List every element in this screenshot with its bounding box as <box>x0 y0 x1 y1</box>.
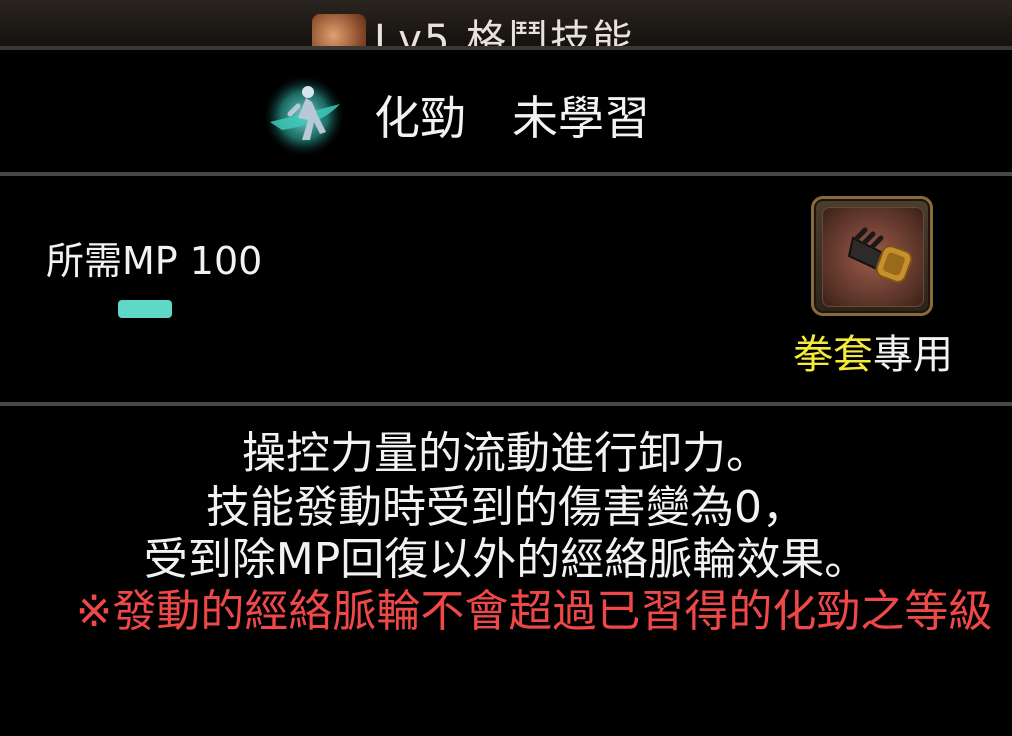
fist-skill-icon <box>312 14 366 46</box>
weapon-type-label: 拳套 <box>793 332 873 378</box>
mp-indicator-bar <box>118 300 172 318</box>
mp-requirement-label: 所需MP 100 <box>46 239 263 283</box>
evade-runner-icon <box>262 74 346 158</box>
top-header-title: Lv5 格鬥技能 <box>374 17 635 46</box>
skill-description: 操控力量的流動進行卸力。 技能發動時受到的傷害變為0， 受到除MP回復以外的經絡… <box>0 406 1012 736</box>
weapon-only-label: 專用 <box>873 332 953 378</box>
description-line: 受到除MP回復以外的經絡脈輪效果。 <box>143 534 869 585</box>
skill-name: 化勁 <box>374 91 466 145</box>
description-warning-note: ※發動的經絡脈輪不會超過已習得的化勁之等級 <box>75 586 993 637</box>
skill-info-row: 所需MP 100 拳套專用 <box>0 176 1012 402</box>
description-line: 技能發動時受到的傷害變為0， <box>206 482 806 533</box>
skill-header: 化勁 未學習 <box>0 50 1012 172</box>
weapon-restriction: 拳套專用 <box>793 330 953 380</box>
weapon-slot[interactable] <box>811 196 933 316</box>
description-line: 操控力量的流動進行卸力。 <box>242 428 770 479</box>
gauntlet-icon <box>822 207 924 307</box>
skill-learn-status: 未學習 <box>512 91 650 145</box>
top-header: Lv5 格鬥技能 <box>0 0 1012 46</box>
